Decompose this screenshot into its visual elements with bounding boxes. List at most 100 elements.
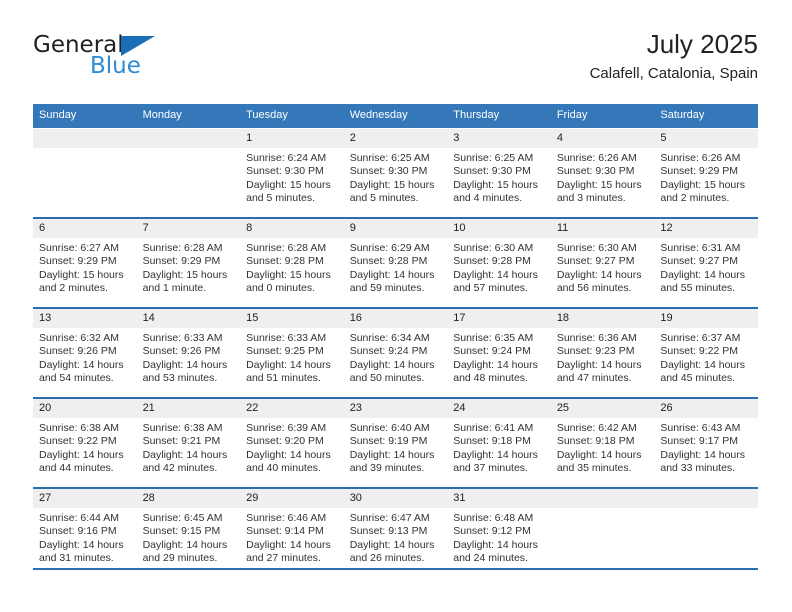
sunrise-time: Sunrise: 6:43 AM — [660, 422, 741, 434]
brand-name-blue: Blue — [90, 53, 141, 79]
day-cell-inner: 26 Sunrise: 6:43 AM Sunset: 9:17 PM Dayligh… — [654, 399, 758, 487]
sunset-time: Sunset: 9:24 PM — [453, 345, 531, 358]
day-details: Sunrise: 6:47 AM Sunset: 9:13 PM Daylight:… — [344, 508, 448, 566]
calendar-day-cell[interactable]: 19 Sunrise: 6:37 AM Sunset: 9:22 PM Dayligh… — [654, 307, 758, 398]
day-cell-inner: 18 Sunrise: 6:36 AM Sunset: 9:23 PM Dayligh… — [550, 309, 655, 397]
day-cell-inner: 16 Sunrise: 6:34 AM Sunset: 9:24 PM Dayligh… — [343, 309, 448, 397]
calendar-day-cell[interactable]: 5 Sunrise: 6:26 AM Sunset: 9:29 PM Daylight… — [654, 128, 758, 218]
day-number: 21 — [136, 399, 241, 418]
day-details: Sunrise: 6:46 AM Sunset: 9:14 PM Daylight:… — [240, 508, 344, 566]
sunrise-time: Sunrise: 6:28 AM — [246, 242, 327, 254]
calendar-day-cell[interactable]: 23 Sunrise: 6:40 AM Sunset: 9:19 PM Dayligh… — [343, 397, 448, 488]
day-cell-inner — [654, 489, 758, 577]
day-cell-inner — [136, 129, 241, 217]
day-details: Sunrise: 6:43 AM Sunset: 9:17 PM Daylight:… — [654, 418, 758, 476]
calendar-day-cell[interactable]: 28 Sunrise: 6:45 AM Sunset: 9:15 PM Dayligh… — [136, 487, 241, 577]
day-number — [33, 129, 137, 148]
day-details: Sunrise: 6:41 AM Sunset: 9:18 PM Daylight:… — [447, 418, 551, 476]
daylight-duration-line1: Daylight: 15 hours — [349, 178, 435, 191]
calendar-week-row: 6 Sunrise: 6:27 AM Sunset: 9:29 PM Daylight… — [33, 217, 758, 308]
day-details: Sunrise: 6:30 AM Sunset: 9:28 PM Daylight:… — [447, 238, 551, 296]
sunrise-time: Sunrise: 6:25 AM — [453, 152, 534, 164]
daylight-duration-line2: and 35 minutes. — [556, 462, 632, 475]
calendar-day-cell[interactable]: 8 Sunrise: 6:28 AM Sunset: 9:28 PM Daylight… — [240, 217, 344, 308]
day-number: 23 — [343, 399, 448, 418]
day-details — [33, 148, 137, 152]
sunrise-time: Sunrise: 6:33 AM — [246, 332, 327, 344]
calendar-day-cell[interactable]: 30 Sunrise: 6:47 AM Sunset: 9:13 PM Dayligh… — [343, 487, 448, 577]
calendar-day-cell[interactable]: 11 Sunrise: 6:30 AM Sunset: 9:27 PM Dayligh… — [550, 217, 655, 308]
sunrise-time: Sunrise: 6:38 AM — [142, 422, 223, 434]
calendar-day-cell[interactable]: 26 Sunrise: 6:43 AM Sunset: 9:17 PM Dayligh… — [654, 397, 758, 488]
day-cell-inner — [33, 129, 137, 217]
daylight-duration-line1: Daylight: 14 hours — [556, 268, 642, 281]
sunset-time: Sunset: 9:23 PM — [556, 345, 635, 358]
day-details: Sunrise: 6:48 AM Sunset: 9:12 PM Daylight:… — [447, 508, 551, 566]
day-details — [551, 508, 655, 512]
daylight-duration-line1: Daylight: 15 hours — [453, 178, 538, 191]
calendar-week-row: 20 Sunrise: 6:38 AM Sunset: 9:22 PM Dayligh… — [33, 397, 758, 488]
calendar-day-cell-empty — [550, 487, 655, 577]
calendar-day-cell[interactable]: 2 Sunrise: 6:25 AM Sunset: 9:30 PM Daylight… — [343, 128, 448, 218]
calendar-day-cell[interactable]: 3 Sunrise: 6:25 AM Sunset: 9:30 PM Daylight… — [447, 128, 551, 218]
daylight-duration-line1: Daylight: 15 hours — [246, 268, 331, 281]
calendar-day-cell[interactable]: 6 Sunrise: 6:27 AM Sunset: 9:29 PM Daylight… — [33, 217, 137, 308]
sunset-time: Sunset: 9:18 PM — [556, 435, 635, 448]
daylight-duration-line1: Daylight: 14 hours — [39, 538, 124, 551]
calendar-day-cell[interactable]: 1 Sunrise: 6:24 AM Sunset: 9:30 PM Daylight… — [240, 128, 344, 218]
sunset-time: Sunset: 9:27 PM — [660, 255, 739, 268]
daylight-duration-line1: Daylight: 14 hours — [556, 448, 642, 461]
day-number: 19 — [654, 309, 758, 328]
sunrise-time: Sunrise: 6:30 AM — [556, 242, 637, 254]
calendar-day-cell[interactable]: 16 Sunrise: 6:34 AM Sunset: 9:24 PM Dayligh… — [343, 307, 448, 398]
daylight-duration-line2: and 45 minutes. — [660, 372, 736, 385]
calendar-day-cell[interactable]: 24 Sunrise: 6:41 AM Sunset: 9:18 PM Dayligh… — [447, 397, 551, 488]
calendar-day-cell[interactable]: 14 Sunrise: 6:33 AM Sunset: 9:26 PM Dayligh… — [136, 307, 241, 398]
day-cell-inner — [550, 489, 655, 577]
calendar-day-cell[interactable]: 29 Sunrise: 6:46 AM Sunset: 9:14 PM Dayligh… — [240, 487, 344, 577]
calendar-day-cell[interactable]: 18 Sunrise: 6:36 AM Sunset: 9:23 PM Dayligh… — [550, 307, 655, 398]
day-cell-inner: 24 Sunrise: 6:41 AM Sunset: 9:18 PM Dayligh… — [447, 399, 551, 487]
day-details — [137, 148, 241, 152]
calendar-day-cell[interactable]: 21 Sunrise: 6:38 AM Sunset: 9:21 PM Dayligh… — [136, 397, 241, 488]
day-number: 29 — [240, 489, 344, 508]
sunrise-time: Sunrise: 6:29 AM — [349, 242, 430, 254]
sunset-time: Sunset: 9:12 PM — [453, 525, 531, 538]
calendar-day-cell[interactable]: 7 Sunrise: 6:28 AM Sunset: 9:29 PM Daylight… — [136, 217, 241, 308]
daylight-duration-line1: Daylight: 14 hours — [142, 448, 228, 461]
day-cell-inner: 28 Sunrise: 6:45 AM Sunset: 9:15 PM Dayligh… — [136, 489, 241, 577]
sunset-time: Sunset: 9:22 PM — [660, 345, 739, 358]
sunrise-time: Sunrise: 6:31 AM — [660, 242, 741, 254]
calendar-week-row: 13 Sunrise: 6:32 AM Sunset: 9:26 PM Dayligh… — [33, 307, 758, 398]
calendar-day-cell[interactable]: 4 Sunrise: 6:26 AM Sunset: 9:30 PM Daylight… — [550, 128, 655, 218]
calendar-day-cell[interactable]: 9 Sunrise: 6:29 AM Sunset: 9:28 PM Daylight… — [343, 217, 448, 308]
calendar-day-cell[interactable]: 15 Sunrise: 6:33 AM Sunset: 9:25 PM Dayligh… — [240, 307, 344, 398]
generalblue-logo[interactable]: General Blue — [33, 32, 263, 88]
sunrise-time: Sunrise: 6:28 AM — [142, 242, 223, 254]
daylight-duration-line1: Daylight: 14 hours — [246, 448, 331, 461]
calendar-day-cell[interactable]: 22 Sunrise: 6:39 AM Sunset: 9:20 PM Dayligh… — [240, 397, 344, 488]
sunrise-time: Sunrise: 6:24 AM — [246, 152, 327, 164]
day-details: Sunrise: 6:39 AM Sunset: 9:20 PM Daylight:… — [240, 418, 344, 476]
calendar-day-cell[interactable]: 31 Sunrise: 6:48 AM Sunset: 9:12 PM Dayligh… — [447, 487, 551, 577]
daylight-duration-line2: and 27 minutes. — [246, 552, 321, 565]
day-cell-inner: 23 Sunrise: 6:40 AM Sunset: 9:19 PM Dayligh… — [343, 399, 448, 487]
daylight-duration-line2: and 40 minutes. — [246, 462, 321, 475]
weekday-header-saturday: Saturday — [654, 104, 758, 129]
calendar-day-cell[interactable]: 27 Sunrise: 6:44 AM Sunset: 9:16 PM Dayligh… — [33, 487, 137, 577]
day-details: Sunrise: 6:26 AM Sunset: 9:30 PM Daylight:… — [551, 148, 655, 206]
calendar-day-cell[interactable]: 12 Sunrise: 6:31 AM Sunset: 9:27 PM Dayligh… — [654, 217, 758, 308]
daylight-duration-line2: and 47 minutes. — [556, 372, 632, 385]
calendar-day-cell[interactable]: 17 Sunrise: 6:35 AM Sunset: 9:24 PM Dayligh… — [447, 307, 551, 398]
day-number: 11 — [550, 219, 655, 238]
calendar-day-cell[interactable]: 10 Sunrise: 6:30 AM Sunset: 9:28 PM Dayligh… — [447, 217, 551, 308]
day-number — [550, 489, 655, 508]
day-details: Sunrise: 6:40 AM Sunset: 9:19 PM Daylight:… — [344, 418, 448, 476]
day-cell-inner: 25 Sunrise: 6:42 AM Sunset: 9:18 PM Dayligh… — [550, 399, 655, 487]
sunset-time: Sunset: 9:21 PM — [142, 435, 221, 448]
day-number: 14 — [136, 309, 241, 328]
calendar-day-cell[interactable]: 20 Sunrise: 6:38 AM Sunset: 9:22 PM Dayligh… — [33, 397, 137, 488]
calendar-day-cell[interactable]: 13 Sunrise: 6:32 AM Sunset: 9:26 PM Dayligh… — [33, 307, 137, 398]
daylight-duration-line1: Daylight: 14 hours — [142, 358, 228, 371]
calendar-day-cell[interactable]: 25 Sunrise: 6:42 AM Sunset: 9:18 PM Dayligh… — [550, 397, 655, 488]
